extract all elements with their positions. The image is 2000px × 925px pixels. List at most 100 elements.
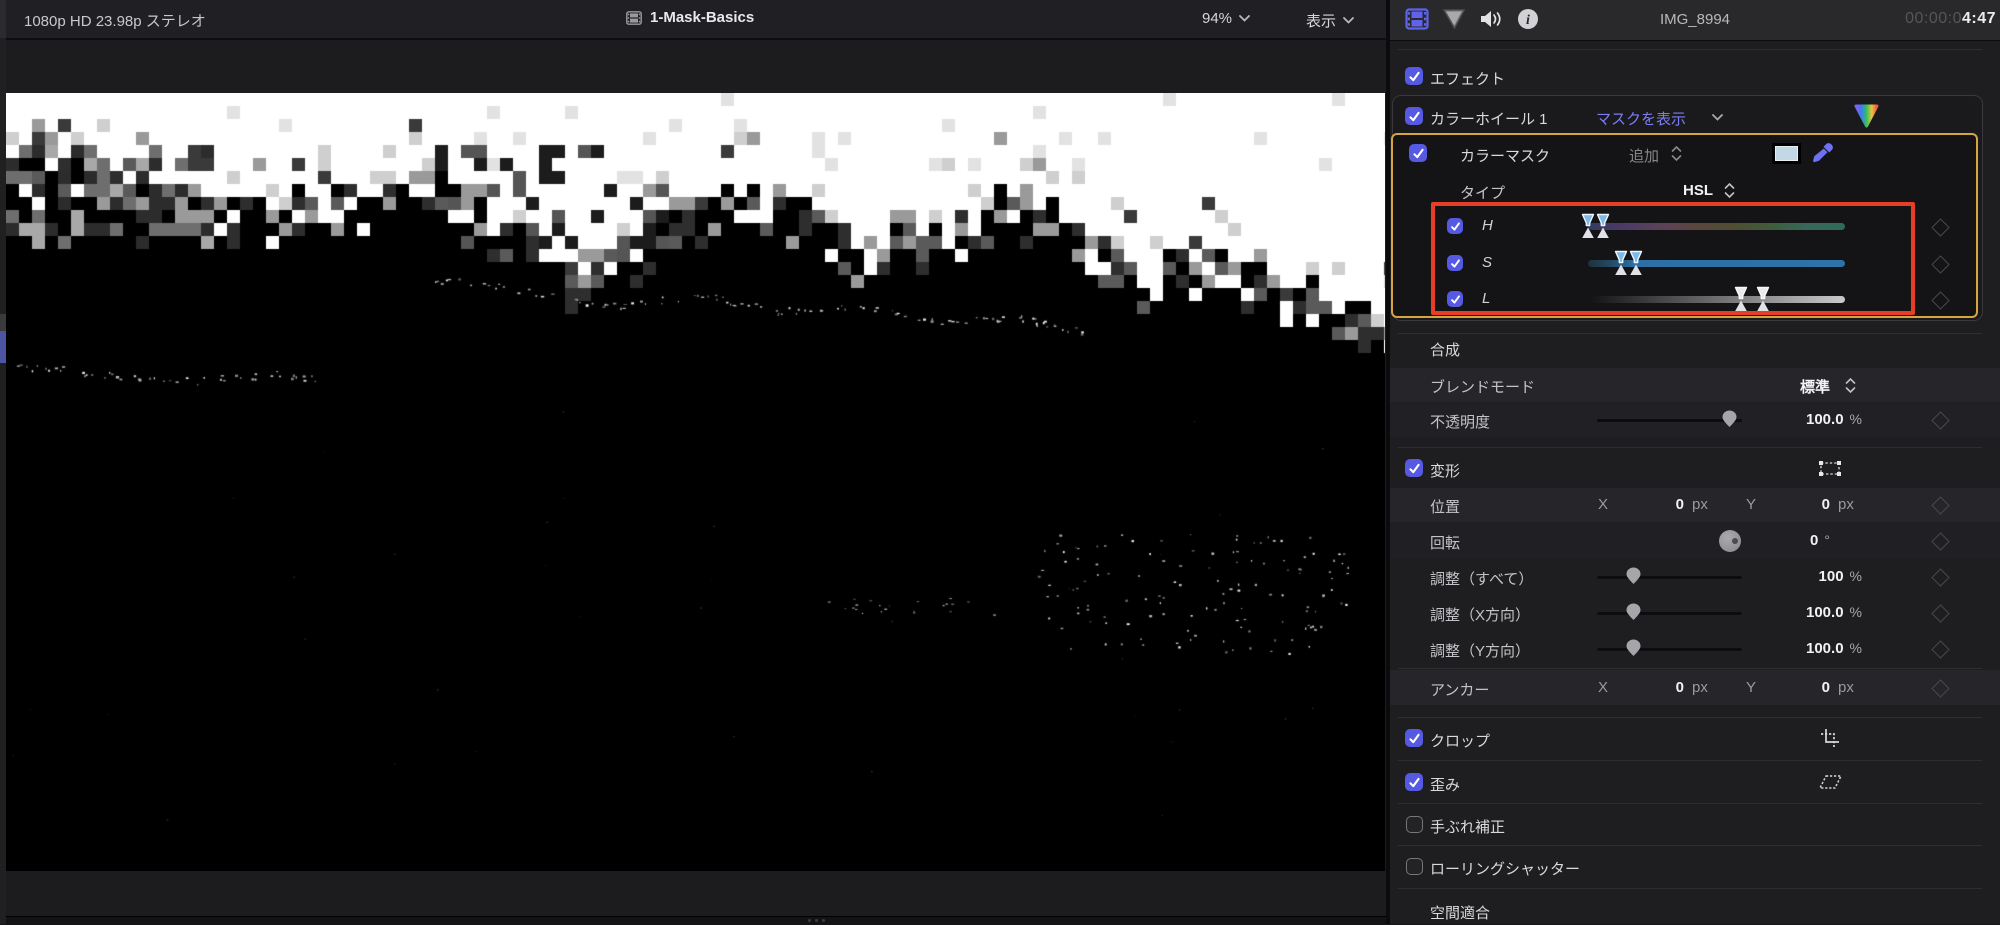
format-label: 1080p HD 23.98p ステレオ xyxy=(24,13,206,30)
view-menu[interactable]: 表示 xyxy=(1306,10,1354,31)
scale-all-value-group[interactable]: 100 % xyxy=(1690,568,1862,585)
filmstrip-icon xyxy=(626,10,642,25)
view-label: 表示 xyxy=(1306,13,1337,30)
divider xyxy=(1398,49,1982,50)
rolling-shutter-checkbox[interactable] xyxy=(1406,858,1423,875)
hue-checkbox[interactable] xyxy=(1447,218,1463,234)
color-wheel-checkbox[interactable] xyxy=(1405,107,1423,125)
anchor-y-value[interactable]: 0 xyxy=(1752,679,1830,696)
hue-range-handle-high[interactable] xyxy=(1596,213,1610,240)
saturation-label: S xyxy=(1482,254,1493,271)
anchor-row: アンカー X 0 px Y 0 px xyxy=(1390,670,2000,705)
type-label: タイプ xyxy=(1460,185,1506,202)
luma-range-slider[interactable] xyxy=(1588,296,1845,303)
distort-icon[interactable] xyxy=(1819,774,1842,790)
check-icon xyxy=(1450,258,1460,268)
position-row: 位置 X 0 px Y 0 px xyxy=(1390,488,2000,522)
saturation-range-handle-high[interactable] xyxy=(1629,250,1643,277)
position-y-value[interactable]: 0 xyxy=(1752,496,1830,513)
keyframe-diamond[interactable] xyxy=(1931,568,1950,587)
blend-mode-row: ブレンドモード 標準 xyxy=(1390,368,2000,402)
chevron-down-icon xyxy=(1239,15,1250,22)
rotation-row: 回転 0 ° xyxy=(1390,523,2000,558)
divider xyxy=(1398,760,1982,761)
check-icon xyxy=(1408,111,1420,121)
keyframe-diamond[interactable] xyxy=(1931,679,1950,698)
check-icon xyxy=(1450,221,1460,231)
scale-x-slider-handle[interactable] xyxy=(1626,603,1641,621)
blend-mode-value[interactable]: 標準 xyxy=(1800,376,1830,397)
scale-all-label: 調整（すべて） xyxy=(1430,571,1534,588)
show-mask-button[interactable]: マスクを表示 xyxy=(1596,108,1686,129)
anchor-x-value[interactable]: 0 xyxy=(1606,679,1684,696)
updown-chevron-icon xyxy=(1845,378,1856,393)
divider xyxy=(1398,717,1982,718)
scale-x-value-group[interactable]: 100.0 % xyxy=(1690,604,1862,621)
viewer-pane: 1080p HD 23.98p ステレオ 1-Mask-Basics 94% 表… xyxy=(6,0,1386,925)
type-value[interactable]: HSL xyxy=(1683,182,1713,199)
luma-checkbox[interactable] xyxy=(1447,291,1463,307)
crop-checkbox[interactable] xyxy=(1405,729,1423,747)
opacity-row: 不透明度 100.0 % xyxy=(1390,403,2000,437)
opacity-value: 100.0 xyxy=(1806,411,1844,428)
color-mask-label: カラーマスク xyxy=(1460,148,1551,165)
mask-color-swatch[interactable] xyxy=(1772,143,1801,164)
effects-checkbox[interactable] xyxy=(1405,67,1423,85)
eyedropper-icon[interactable] xyxy=(1810,141,1835,166)
scale-all-slider-handle[interactable] xyxy=(1626,567,1641,585)
keyframe-diamond[interactable] xyxy=(1931,496,1950,515)
opacity-value-group[interactable]: 100.0 % xyxy=(1690,411,1862,428)
hue-range-slider[interactable] xyxy=(1588,223,1845,230)
hue-label: H xyxy=(1482,217,1493,234)
rotation-label: 回転 xyxy=(1430,535,1461,552)
chevron-down-icon xyxy=(1343,17,1354,24)
unit-label: px xyxy=(1838,679,1854,696)
divider xyxy=(1398,668,1982,669)
viewer-canvas[interactable] xyxy=(6,93,1385,871)
keyframe-diamond[interactable] xyxy=(1931,532,1950,551)
rotation-value: 0 xyxy=(1810,532,1819,549)
luma-range-handle-low[interactable] xyxy=(1734,286,1748,313)
rotation-value-group[interactable]: 0 ° xyxy=(1680,532,1830,549)
color-wheel-label: カラーホイール 1 xyxy=(1430,111,1548,128)
scale-y-value-group[interactable]: 100.0 % xyxy=(1690,640,1862,657)
keyframe-diamond[interactable] xyxy=(1931,640,1950,659)
color-wheel-icon[interactable] xyxy=(1853,103,1880,129)
scale-y-slider-handle[interactable] xyxy=(1626,639,1641,657)
transform-header: 変形 xyxy=(1430,463,1461,480)
scale-y-value: 100.0 xyxy=(1806,640,1844,657)
saturation-range-handle-low[interactable] xyxy=(1614,250,1628,277)
transform-checkbox[interactable] xyxy=(1405,459,1423,477)
luma-range-handle-high[interactable] xyxy=(1756,286,1770,313)
keyframe-diamond[interactable] xyxy=(1931,604,1950,623)
chevron-down-icon[interactable] xyxy=(1712,114,1723,121)
color-mask-checkbox[interactable] xyxy=(1409,144,1427,162)
scale-all-row: 調整（すべて） 100 % xyxy=(1390,560,2000,594)
inspector-header: i IMG_8994 00:00:04:47 xyxy=(1390,0,2000,41)
crop-icon[interactable] xyxy=(1820,728,1840,748)
divider xyxy=(1398,447,1982,448)
position-x-value[interactable]: 0 xyxy=(1606,496,1684,513)
check-icon xyxy=(1408,733,1420,743)
check-icon xyxy=(1408,463,1420,473)
unit-label: px xyxy=(1692,496,1708,513)
mask-add-mode[interactable]: 追加 xyxy=(1629,145,1659,166)
zoom-select[interactable]: 94% xyxy=(1202,10,1250,27)
timecode-dim: 00:00:0 xyxy=(1905,10,1962,27)
keyframe-diamond[interactable] xyxy=(1931,411,1950,430)
divider xyxy=(1398,888,1982,889)
anchor-label: アンカー xyxy=(1430,682,1490,699)
rolling-shutter-label: ローリングシャッター xyxy=(1430,861,1581,878)
scale-all-value: 100 xyxy=(1818,568,1844,585)
hue-range-handle-low[interactable] xyxy=(1581,213,1595,240)
saturation-checkbox[interactable] xyxy=(1447,255,1463,271)
scale-x-unit: % xyxy=(1849,604,1862,620)
updown-chevron-icon xyxy=(1671,146,1682,161)
stabilization-checkbox[interactable] xyxy=(1406,816,1423,833)
distort-checkbox[interactable] xyxy=(1405,773,1423,791)
crop-label: クロップ xyxy=(1430,733,1491,750)
pane-drag-handle[interactable] xyxy=(808,919,825,922)
position-label: 位置 xyxy=(1430,499,1461,516)
spatial-conform-label: 空間適合 xyxy=(1430,905,1491,922)
transform-icon[interactable] xyxy=(1818,460,1842,477)
